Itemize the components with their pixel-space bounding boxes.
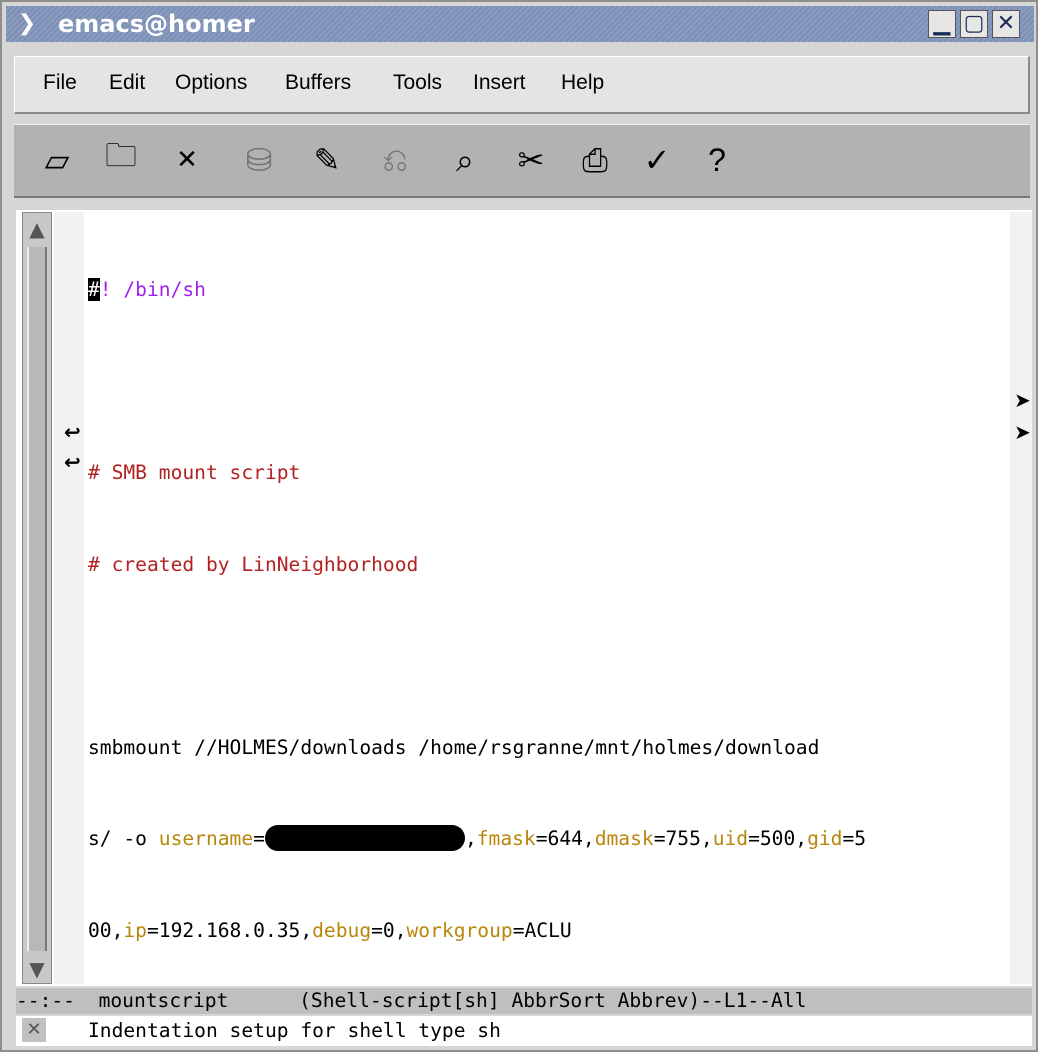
close-icon: ✕ [996, 11, 1016, 36]
save-as-icon[interactable]: ✎ [304, 137, 350, 183]
scroll-up-icon[interactable]: ▲ [25, 217, 49, 241]
mode-line[interactable]: --:-- mountscript (Shell-script[sh] Abbr… [16, 988, 1032, 1014]
menu-insert[interactable]: Insert [473, 71, 526, 95]
window-menu-chevron-icon[interactable]: ❯ [12, 12, 42, 36]
close-window-button[interactable]: ✕ [992, 10, 1020, 38]
code-text: , [464, 827, 477, 850]
minimize-icon: ▁ [933, 11, 951, 36]
shebang-text: ! /bin/sh [99, 278, 206, 301]
new-file-icon[interactable]: ▱ [34, 137, 80, 183]
title-bar[interactable]: ❯ emacs@homer ▁ ▢ ✕ [6, 6, 1034, 42]
option-value: =ACLU [512, 918, 572, 942]
command-line: smbmount //HOLMES/downloads /home/rsgran… [88, 735, 820, 759]
search-icon[interactable]: ⌕ [442, 137, 488, 183]
option-key: username [158, 827, 254, 850]
option-value: =755, [653, 827, 713, 850]
command-line-continued: s/ -o username= ,fmask=644,dmask=755,uid=… [88, 824, 866, 855]
menu-bar: File Edit Options Buffers Tools Insert H… [14, 56, 1030, 114]
line-wrap-right-icon: ➤ [1014, 388, 1031, 412]
menu-help[interactable]: Help [561, 71, 604, 95]
option-key: debug [312, 918, 372, 942]
window-title: emacs@homer [58, 10, 255, 38]
emacs-window: ❯ emacs@homer ▁ ▢ ✕ File Edit Options Bu… [0, 0, 1038, 1052]
option-value: =0, [371, 918, 407, 942]
left-fringe [54, 212, 84, 984]
text-cursor: # [88, 278, 100, 301]
save-icon[interactable]: ⛁ [236, 137, 282, 183]
customize-icon[interactable]: ✓ [634, 137, 680, 183]
option-value: =192.168.0.35, [146, 918, 313, 942]
buffer-text[interactable]: #! /bin/sh # SMB mount script # created … [88, 214, 866, 1007]
line-wrap-left-icon: ↩ [64, 450, 81, 474]
code-text: = [253, 827, 265, 850]
menu-edit[interactable]: Edit [109, 71, 145, 95]
minibuffer-scroll-icon: ✕ [22, 1018, 46, 1042]
menu-options[interactable]: Options [175, 71, 247, 95]
scroll-thumb[interactable] [27, 247, 47, 951]
comment-line: # created by LinNeighborhood [88, 552, 419, 576]
minibuffer-message: Indentation setup for shell type sh [88, 1019, 501, 1042]
menu-tools[interactable]: Tools [393, 71, 442, 95]
minibuffer[interactable]: ✕ Indentation setup for shell type sh [16, 1016, 1032, 1046]
tool-bar: ▱ 🗀 ✕ ⛁ ✎ ⎌ ⌕ ✂ ⎙ ✓ ? [14, 124, 1030, 198]
option-key: ip [123, 918, 147, 942]
redacted-value [264, 824, 465, 851]
option-value: =500, [748, 827, 808, 850]
option-key: uid [712, 827, 749, 850]
option-value: =644, [535, 827, 595, 850]
undo-icon[interactable]: ⎌ [372, 137, 418, 183]
close-buffer-icon[interactable]: ✕ [164, 137, 210, 183]
code-text: s/ -o [88, 827, 159, 850]
print-icon[interactable]: ⎙ [572, 137, 618, 183]
option-key: workgroup [406, 918, 513, 942]
scroll-down-icon[interactable]: ▼ [25, 957, 49, 981]
menu-file[interactable]: File [43, 71, 77, 95]
code-text: 00, [88, 918, 124, 942]
maximize-icon: ▢ [963, 11, 985, 36]
command-line-continued: 00,ip=192.168.0.35,debug=0,workgroup=ACL… [88, 916, 866, 947]
option-key: gid [807, 827, 843, 850]
option-value: =5 [842, 827, 867, 850]
cut-icon[interactable]: ✂ [508, 137, 554, 183]
comment-line: # SMB mount script [88, 461, 301, 484]
code-line: #! /bin/sh [88, 275, 866, 306]
vertical-scrollbar[interactable]: ▲ ▼ [22, 212, 52, 984]
open-folder-icon[interactable]: 🗀 [98, 136, 144, 183]
maximize-button[interactable]: ▢ [960, 10, 988, 38]
minimize-button[interactable]: ▁ [928, 10, 956, 38]
right-fringe [1010, 212, 1032, 984]
line-wrap-right-icon: ➤ [1014, 420, 1031, 444]
option-key: fmask [476, 827, 536, 850]
line-wrap-left-icon: ↩ [64, 420, 81, 444]
option-key: dmask [594, 827, 654, 850]
help-icon[interactable]: ? [694, 137, 740, 183]
menu-buffers[interactable]: Buffers [285, 71, 351, 95]
